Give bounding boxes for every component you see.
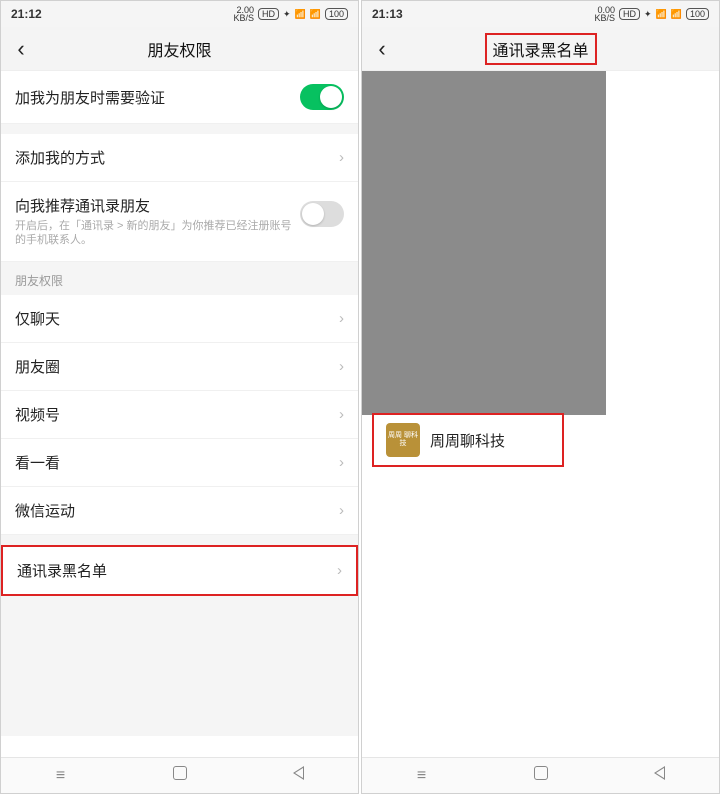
chevron-right-icon: › xyxy=(339,454,344,471)
nav-back-icon[interactable] xyxy=(287,766,311,785)
topnav: ‹ 朋友权限 xyxy=(1,27,358,71)
status-time: 21:12 xyxy=(11,7,42,21)
blocklist-entry[interactable]: 周周 聊科技 周周聊科技 xyxy=(372,413,564,467)
system-navbar: ≡ xyxy=(1,757,358,793)
status-right: 0.00KB/S HD ✦ 📶📶 100 xyxy=(594,6,709,22)
page-title: 通讯录黑名单 xyxy=(484,33,596,65)
avatar: 周周 聊科技 xyxy=(386,423,420,457)
row-werun[interactable]: 微信运动 › xyxy=(1,487,358,535)
back-button[interactable]: ‹ xyxy=(1,27,41,71)
row-chat-only[interactable]: 仅聊天 › xyxy=(1,295,358,343)
section-header-permissions: 朋友权限 xyxy=(1,262,358,295)
row-blocklist[interactable]: 通讯录黑名单 › xyxy=(1,545,358,596)
row-recommend[interactable]: 向我推荐通讯录朋友 开启后，在「通讯录 > 新的朋友」为你推荐已经注册账号的手机… xyxy=(1,182,358,262)
nav-home-icon[interactable] xyxy=(168,766,192,785)
back-button[interactable]: ‹ xyxy=(362,27,402,71)
entry-name: 周周聊科技 xyxy=(430,430,505,451)
chevron-right-icon: › xyxy=(339,502,344,519)
row-verify[interactable]: 加我为朋友时需要验证 xyxy=(1,71,358,124)
topnav: ‹ 通讯录黑名单 xyxy=(362,27,719,71)
nav-recents-icon[interactable]: ≡ xyxy=(49,767,73,785)
switch-recommend[interactable] xyxy=(300,201,344,227)
row-top-stories[interactable]: 看一看 › xyxy=(1,439,358,487)
status-bar: 21:13 0.00KB/S HD ✦ 📶📶 100 xyxy=(362,1,719,27)
redacted-block xyxy=(362,71,606,415)
row-add-way[interactable]: 添加我的方式 › xyxy=(1,134,358,182)
nav-home-icon[interactable] xyxy=(529,766,553,785)
phone-right: 21:13 0.00KB/S HD ✦ 📶📶 100 ‹ 通讯录黑名单 周周 聊… xyxy=(361,0,720,794)
phone-left: 21:12 2.00KB/S HD ✦ 📶📶 100 ‹ 朋友权限 加我为朋友时… xyxy=(0,0,359,794)
row-channels[interactable]: 视频号 › xyxy=(1,391,358,439)
blocklist-content: 周周 聊科技 周周聊科技 xyxy=(362,71,719,757)
status-right: 2.00KB/S HD ✦ 📶📶 100 xyxy=(233,6,348,22)
chevron-right-icon: › xyxy=(339,358,344,375)
chevron-right-icon: › xyxy=(339,310,344,327)
row-moments[interactable]: 朋友圈 › xyxy=(1,343,358,391)
nav-back-icon[interactable] xyxy=(648,766,672,785)
page-title: 朋友权限 xyxy=(147,37,211,61)
chevron-right-icon: › xyxy=(339,406,344,423)
chevron-right-icon: › xyxy=(337,562,342,579)
settings-content: 加我为朋友时需要验证 添加我的方式 › 向我推荐通讯录朋友 开启后，在「通讯录 … xyxy=(1,71,358,757)
chevron-right-icon: › xyxy=(339,149,344,166)
system-navbar: ≡ xyxy=(362,757,719,793)
nav-recents-icon[interactable]: ≡ xyxy=(410,767,434,785)
status-time: 21:13 xyxy=(372,7,403,21)
switch-verify[interactable] xyxy=(300,84,344,110)
status-bar: 21:12 2.00KB/S HD ✦ 📶📶 100 xyxy=(1,1,358,27)
